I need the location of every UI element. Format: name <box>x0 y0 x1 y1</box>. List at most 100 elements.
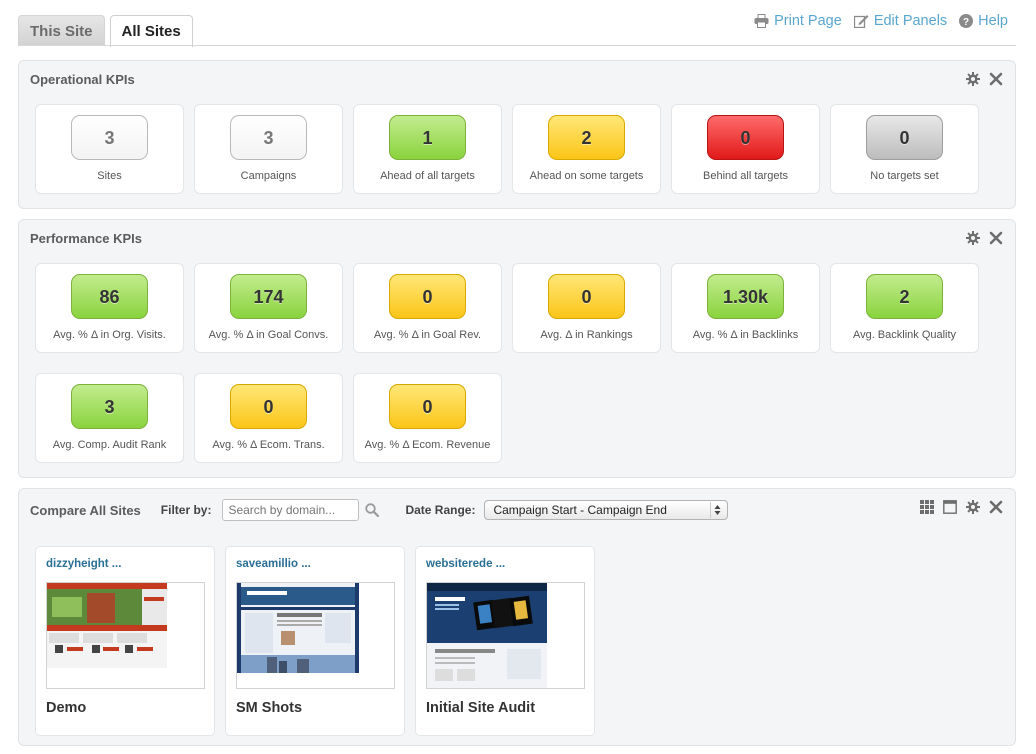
kpi-value: 3 <box>230 115 307 160</box>
panel-controls <box>966 231 1003 245</box>
gear-icon[interactable] <box>966 231 980 245</box>
site-name: Demo <box>46 700 87 716</box>
site-name: Initial Site Audit <box>426 700 536 716</box>
kpi-card[interactable]: 0 Avg. % Δ in Goal Rev. <box>353 263 502 353</box>
help-link[interactable]: ? Help <box>959 13 1008 29</box>
site-screenshot-image <box>427 583 547 688</box>
print-page-link[interactable]: Print Page <box>754 13 842 29</box>
page-actions: Print Page Edit Panels ? Help <box>754 13 1008 29</box>
kpi-label: Ahead on some targets <box>529 170 644 182</box>
grid-view-icon[interactable] <box>920 500 934 514</box>
domain-search-input[interactable] <box>222 499 360 521</box>
kpi-label: Avg. % Δ in Org. Visits. <box>53 329 166 341</box>
kpi-card[interactable]: 86 Avg. % Δ in Org. Visits. <box>35 263 184 353</box>
kpi-label: Avg. Backlink Quality <box>852 329 957 341</box>
kpi-value: 86 <box>71 274 148 319</box>
site-domain-link[interactable]: websiterede ... <box>426 558 505 570</box>
date-range-label: Date Range: <box>405 503 476 517</box>
close-icon[interactable] <box>989 231 1003 245</box>
kpi-card[interactable]: 2 Avg. Backlink Quality <box>830 263 979 353</box>
print-page-label: Print Page <box>774 13 842 29</box>
edit-panels-link[interactable]: Edit Panels <box>853 13 948 29</box>
operational-kpis-panel: Operational KPIs 3 Sites 3 Campaigns 1 A… <box>18 60 1016 209</box>
site-screenshot-image <box>237 583 359 673</box>
close-icon[interactable] <box>989 500 1003 514</box>
site-card[interactable]: websiterede ... Initial Site Audit <box>415 546 595 736</box>
kpi-card[interactable]: 1.30k Avg. % Δ in Backlinks <box>671 263 820 353</box>
edit-icon <box>853 15 869 28</box>
panel-title: Operational KPIs <box>30 72 135 87</box>
panel-controls <box>920 500 1003 514</box>
kpi-value: 2 <box>548 115 625 160</box>
kpi-value: 0 <box>707 115 784 160</box>
kpi-card[interactable]: 3 Campaigns <box>194 104 343 194</box>
site-domain-link[interactable]: saveamillio ... <box>236 558 311 570</box>
site-thumbnail[interactable] <box>46 582 205 689</box>
site-screenshot-image <box>47 583 167 668</box>
panel-controls <box>966 72 1003 86</box>
kpi-label: Avg. % Δ in Backlinks <box>692 329 799 341</box>
kpi-card[interactable]: 1 Ahead of all targets <box>353 104 502 194</box>
site-thumbnail[interactable] <box>236 582 395 689</box>
printer-icon <box>754 14 769 28</box>
close-icon[interactable] <box>989 72 1003 86</box>
kpi-label: Avg. Δ in Rankings <box>540 329 633 341</box>
kpi-card[interactable]: 0 Avg. Δ in Rankings <box>512 263 661 353</box>
scope-tabs: This Site All Sites <box>18 15 193 47</box>
date-range-value: Campaign Start - Campaign End <box>493 503 667 517</box>
site-card[interactable]: dizzyheight ... Demo <box>35 546 215 736</box>
help-icon: ? <box>959 14 974 28</box>
kpi-label: Ahead of all targets <box>380 170 475 182</box>
kpi-label: Avg. % Δ Ecom. Trans. <box>212 439 325 451</box>
kpi-value: 3 <box>71 115 148 160</box>
kpi-card[interactable]: 3 Avg. Comp. Audit Rank <box>35 373 184 463</box>
edit-panels-label: Edit Panels <box>873 13 948 29</box>
kpi-label: No targets set <box>870 170 939 182</box>
kpi-label: Avg. % Δ Ecom. Revenue <box>364 439 491 451</box>
site-domain-link[interactable]: dizzyheight ... <box>46 558 121 570</box>
kpi-value: 0 <box>866 115 943 160</box>
site-thumbnail[interactable] <box>426 582 585 689</box>
tab-all-sites[interactable]: All Sites <box>109 15 193 47</box>
tab-divider <box>18 45 1016 46</box>
kpi-card[interactable]: 2 Ahead on some targets <box>512 104 661 194</box>
kpi-card[interactable]: 0 Behind all targets <box>671 104 820 194</box>
window-view-icon[interactable] <box>943 500 957 514</box>
select-arrows-icon <box>710 502 724 518</box>
filter-label: Filter by: <box>160 503 212 517</box>
kpi-value: 174 <box>230 274 307 319</box>
kpi-value: 2 <box>866 274 943 319</box>
tab-this-site[interactable]: This Site <box>18 15 105 46</box>
kpi-label: Behind all targets <box>703 170 788 182</box>
kpi-card[interactable]: 174 Avg. % Δ in Goal Convs. <box>194 263 343 353</box>
date-range-select[interactable]: Campaign Start - Campaign End <box>484 500 729 520</box>
kpi-label: Campaigns <box>240 170 297 182</box>
kpi-value: 0 <box>389 274 466 319</box>
kpi-card[interactable]: 0 No targets set <box>830 104 979 194</box>
compare-toolbar: Compare All Sites Filter by: Date Range:… <box>30 499 729 521</box>
compare-sites-panel: Compare All Sites Filter by: Date Range:… <box>18 488 1016 746</box>
svg-text:?: ? <box>963 17 969 28</box>
kpi-label: Avg. Comp. Audit Rank <box>52 439 167 451</box>
kpi-label: Avg. % Δ in Goal Convs. <box>208 329 329 341</box>
help-label: Help <box>978 13 1008 29</box>
search-button[interactable] <box>365 503 380 517</box>
gear-icon[interactable] <box>966 500 980 514</box>
search-icon <box>365 503 380 517</box>
kpi-card[interactable]: 0 Avg. % Δ Ecom. Revenue <box>353 373 502 463</box>
site-name: SM Shots <box>236 700 303 716</box>
kpi-value: 3 <box>71 384 148 429</box>
kpi-value: 1 <box>389 115 466 160</box>
kpi-card[interactable]: 0 Avg. % Δ Ecom. Trans. <box>194 373 343 463</box>
kpi-value: 0 <box>389 384 466 429</box>
panel-title: Performance KPIs <box>30 231 142 246</box>
kpi-label: Avg. % Δ in Goal Rev. <box>373 329 482 341</box>
performance-kpis-panel: Performance KPIs 86 Avg. % Δ in Org. Vis… <box>18 219 1016 478</box>
kpi-value: 0 <box>230 384 307 429</box>
gear-icon[interactable] <box>966 72 980 86</box>
kpi-card[interactable]: 3 Sites <box>35 104 184 194</box>
panel-title: Compare All Sites <box>30 502 141 518</box>
site-card[interactable]: saveamillio ... SM Shots <box>225 546 405 736</box>
kpi-value: 1.30k <box>707 274 784 319</box>
kpi-value: 0 <box>548 274 625 319</box>
